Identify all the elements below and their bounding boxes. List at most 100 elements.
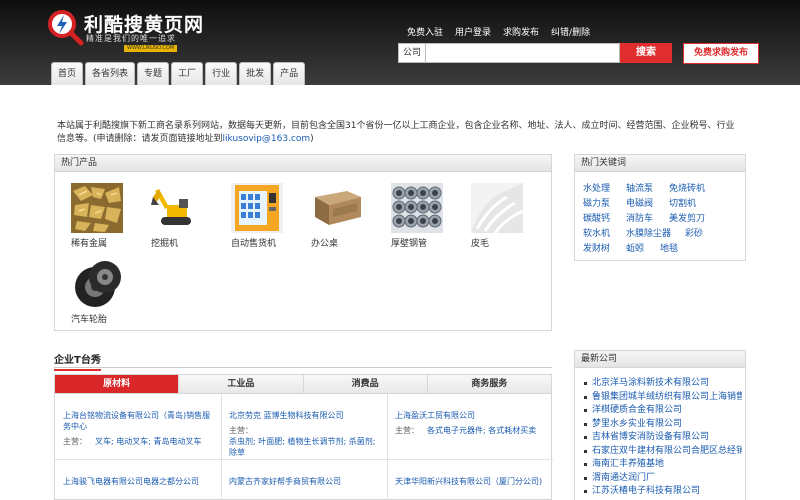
latest-companies-panel: 最新公司 北京洋马涂料新技术有限公司 鲁银集团城羊绒纺织有限公司上海销售 洋棋硬…	[574, 350, 746, 500]
latest-companies-title: 最新公司	[575, 351, 745, 368]
search-button[interactable]: 搜索	[620, 43, 672, 63]
product-label: 稀有金属	[71, 239, 108, 249]
company-name-link[interactable]: 天津华阳新兴科技有限公司（厦门分公司)	[395, 476, 545, 487]
logo-url: WWW.LIKUSO.COM	[124, 45, 178, 52]
keyword-link[interactable]: 彩砂	[685, 226, 703, 239]
top-links: 免费入驻 用户登录 求购发布 纠错/删除	[407, 25, 590, 38]
latest-company-link[interactable]: 海南汇丰养殖基地	[582, 458, 742, 472]
hot-keywords-title: 热门关键词	[575, 155, 745, 172]
main-label: 主营：	[63, 437, 87, 446]
company-name-link[interactable]: 内蒙古齐家好帮手商贸有限公司	[229, 476, 379, 487]
product-fur[interactable]: 皮毛	[455, 183, 523, 249]
nav-tab-wholesale[interactable]: 批发	[239, 62, 272, 85]
company-main-business: 主营： 叉车; 电动叉车; 青岛电动叉车	[63, 436, 213, 447]
product-label: 皮毛	[471, 239, 490, 249]
keyword-link[interactable]: 水处理	[583, 181, 610, 194]
latest-company-link[interactable]: 渭南通达润门厂	[582, 472, 742, 486]
product-steel-pipe[interactable]: 厚壁钢管	[375, 183, 443, 249]
latest-company-link[interactable]: 鲁银集团城羊绒纺织有限公司上海销售	[582, 391, 742, 405]
main-business-value: 各式电子元器件; 各式耗材买卖	[427, 426, 537, 435]
row-divider	[55, 459, 553, 460]
main-label: 主营：	[229, 426, 253, 435]
metal-scrap-icon	[71, 183, 123, 233]
nav-tab-provinces[interactable]: 各省列表	[85, 62, 136, 85]
product-label: 自动售货机	[231, 239, 277, 249]
excavator-icon	[151, 183, 203, 233]
magnifier-logo-icon	[48, 10, 84, 46]
contact-email-link[interactable]: likusovip@163.com	[223, 134, 311, 144]
keyword-link[interactable]: 碳酸钙	[583, 211, 610, 224]
main-label: 主营：	[395, 426, 419, 435]
logo-slogan: 精准是我们的唯一追求	[86, 34, 176, 43]
search-type-select[interactable]: 公司	[398, 43, 426, 63]
keyword-link[interactable]: 地毯	[660, 241, 678, 254]
showcase-category-tabs: 原材料 工业品 消费品 商务服务	[54, 374, 552, 394]
tires-icon	[71, 259, 123, 309]
tab-industrial[interactable]: 工业品	[179, 375, 304, 393]
keyword-link[interactable]: 轴流泵	[626, 181, 653, 194]
company-card: 内蒙古齐家好帮手商贸有限公司	[221, 476, 387, 487]
keyword-link[interactable]: 免烧砖机	[669, 181, 705, 194]
company-name-link[interactable]: 上海骏飞电器有限公司电器之都分公司	[63, 476, 213, 487]
product-car-tires[interactable]: 汽车轮胎	[55, 259, 123, 325]
latest-company-link[interactable]: 江苏沃椿电子科技有限公司	[582, 485, 742, 499]
correction-link[interactable]: 纠错/删除	[551, 25, 590, 38]
product-office-desk[interactable]: 办公桌	[295, 183, 363, 249]
main-business-value: 叉车; 电动叉车; 青岛电动叉车	[95, 437, 202, 446]
company-card: 天津华阳新兴科技有限公司（厦门分公司)	[387, 476, 553, 487]
keyword-link[interactable]: 切割机	[669, 196, 696, 209]
tab-raw-materials[interactable]: 原材料	[55, 375, 180, 393]
keyword-link[interactable]: 蚯蚓	[626, 241, 644, 254]
product-rare-metal[interactable]: 稀有金属	[55, 183, 123, 249]
keyword-link[interactable]: 水膜除尘器	[626, 226, 671, 239]
product-label: 厚壁钢管	[391, 239, 428, 249]
latest-company-link[interactable]: 洋棋硬质合金有限公司	[582, 404, 742, 418]
hot-products-panel: 热门产品 稀有金属 挖掘机 自动售货机 办公桌 厚壁钢管 皮毛 汽车轮胎	[54, 154, 552, 331]
nav-tab-factory[interactable]: 工厂	[171, 62, 204, 85]
keyword-link[interactable]: 电磁阀	[626, 196, 653, 209]
latest-company-link[interactable]: 吉林省博安消防设备有限公司	[582, 431, 742, 445]
login-link[interactable]: 用户登录	[455, 25, 491, 38]
latest-company-link[interactable]: 石家庄双牛建材有限公司合肥区总经销	[582, 445, 742, 459]
join-free-link[interactable]: 免费入驻	[407, 25, 443, 38]
product-excavator[interactable]: 挖掘机	[135, 183, 203, 249]
latest-company-list: 北京洋马涂料新技术有限公司 鲁银集团城羊绒纺织有限公司上海销售 洋棋硬质合金有限…	[582, 377, 742, 499]
product-vending-machine[interactable]: 自动售货机	[215, 183, 283, 249]
header: 利酷搜黄页网 精准是我们的唯一追求 WWW.LIKUSO.COM 免费入驻 用户…	[0, 0, 800, 85]
product-label: 挖掘机	[151, 239, 179, 249]
company-main-business: 主营： 各式电子元器件; 各式耗材买卖	[395, 425, 545, 436]
nav-tab-industry[interactable]: 行业	[205, 62, 238, 85]
company-name-link[interactable]: 北京劳克 蓝博生物科技有限公司	[229, 410, 379, 421]
fur-icon	[471, 183, 523, 233]
latest-company-link[interactable]: 梦里水乡实业有限公司	[582, 418, 742, 432]
search-input[interactable]	[426, 43, 620, 63]
tab-business-services[interactable]: 商务服务	[427, 375, 551, 393]
showcase-title: 企业T台秀	[54, 351, 101, 371]
keyword-link[interactable]: 发财树	[583, 241, 610, 254]
main-nav: 首页 各省列表 专题 工厂 行业 批发 产品	[51, 62, 306, 85]
company-card: 上海台铭物流设备有限公司（青岛)销售服务中心 主营： 叉车; 电动叉车; 青岛电动…	[55, 410, 221, 447]
hot-products-title: 热门产品	[55, 155, 551, 172]
company-name-link[interactable]: 上海台铭物流设备有限公司（青岛)销售服务中心	[63, 410, 213, 432]
search-bar: 公司 搜索	[398, 43, 672, 63]
free-post-request-button[interactable]: 免费求购发布	[683, 43, 759, 64]
company-card: 上海盈沃工贸有限公司 主营： 各式电子元器件; 各式耗材买卖	[387, 410, 553, 436]
intro-text: 本站属于利酷搜旗下新工商名录系列网站，数据每天更新，目前包含全国31个省份一亿以…	[57, 121, 735, 144]
nav-tab-topics[interactable]: 专题	[137, 62, 170, 85]
tab-consumer[interactable]: 消费品	[303, 375, 428, 393]
keyword-link[interactable]: 磁力泵	[583, 196, 610, 209]
vending-machine-icon	[231, 183, 283, 233]
showcase-company-grid: 上海台铭物流设备有限公司（青岛)销售服务中心 主营： 叉车; 电动叉车; 青岛电动…	[54, 394, 553, 500]
nav-tab-home[interactable]: 首页	[51, 62, 84, 85]
company-main-business: 主营： 杀虫剂; 叶面肥; 植物生长调节剂; 杀菌剂; 除草	[229, 425, 379, 458]
keyword-link[interactable]: 软水机	[583, 226, 610, 239]
keyword-link[interactable]: 消防车	[626, 211, 653, 224]
hot-keywords-panel: 热门关键词 水处理 轴流泵 免烧砖机 磁力泵 电磁阀 切割机 碳酸钙 消防车 美…	[574, 154, 746, 261]
office-desk-icon	[311, 183, 363, 233]
latest-company-link[interactable]: 北京洋马涂料新技术有限公司	[582, 377, 742, 391]
post-request-link[interactable]: 求购发布	[503, 25, 539, 38]
company-name-link[interactable]: 上海盈沃工贸有限公司	[395, 410, 545, 421]
nav-tab-products[interactable]: 产品	[273, 62, 306, 85]
company-card: 上海骏飞电器有限公司电器之都分公司	[55, 476, 221, 487]
keyword-link[interactable]: 美发剪刀	[669, 211, 705, 224]
